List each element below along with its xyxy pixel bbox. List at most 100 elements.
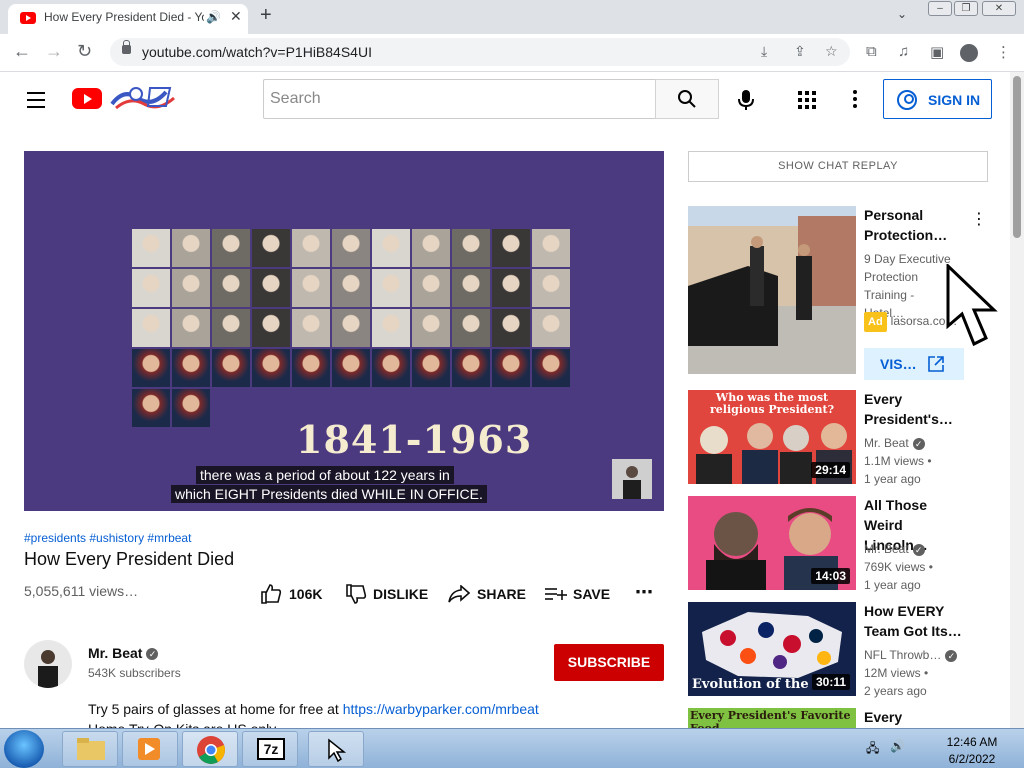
show-chat-replay-button[interactable]: SHOW CHAT REPLAY: [688, 151, 988, 182]
rec-channel-2-text[interactable]: Mr. Beat: [864, 542, 909, 556]
subscribe-button[interactable]: SUBSCRIBE: [554, 644, 664, 681]
explorer-taskbar-button[interactable]: [62, 731, 118, 767]
rec-channel-3-text[interactable]: NFL Throwb…: [864, 648, 941, 662]
volume-icon[interactable]: 🔊: [890, 739, 905, 753]
channel-name-text[interactable]: Mr. Beat: [88, 645, 142, 661]
playlist-add-icon[interactable]: [545, 587, 567, 601]
share-icon[interactable]: ⇪: [794, 43, 806, 60]
search-input[interactable]: Search: [263, 79, 656, 119]
president-portrait: [292, 229, 330, 267]
mouse-cursor-icon: [946, 264, 998, 347]
president-portrait: [492, 269, 530, 307]
page-scrollbar[interactable]: [1010, 72, 1024, 728]
recommendation-title-4[interactable]: Every: [864, 707, 964, 727]
president-portrait: [292, 309, 330, 347]
lock-icon[interactable]: [122, 40, 131, 54]
restore-button[interactable]: ❐: [954, 1, 978, 16]
president-portrait: [172, 229, 210, 267]
search-icon: [678, 90, 696, 108]
apps-grid-icon[interactable]: [798, 91, 816, 109]
media-player-taskbar-button[interactable]: [122, 731, 178, 767]
ad-menu-icon[interactable]: ⋮: [971, 209, 987, 229]
rec-age-2: 1 year ago: [864, 578, 921, 592]
network-icon[interactable]: 🖧: [866, 739, 879, 760]
save-button[interactable]: SAVE: [573, 586, 610, 602]
video-player[interactable]: 1841-1963 there was a period of about 12…: [24, 151, 664, 511]
president-portrait: [132, 229, 170, 267]
forward-arrow-icon[interactable]: →: [45, 41, 63, 62]
recommendation-meta-3: NFL Throwb… ✓ 12M views • 2 years ago: [864, 646, 958, 700]
microphone-icon[interactable]: [736, 89, 756, 111]
address-bar[interactable]: youtube.com/watch?v=P1HiB84S4UI ⤓ ⇪ ☆: [110, 38, 850, 66]
chrome-menu-icon[interactable]: ⋮: [996, 43, 1011, 61]
channel-avatar[interactable]: [24, 640, 72, 688]
youtube-doodle-logo[interactable]: [110, 84, 178, 112]
cursor-app-taskbar-button[interactable]: [308, 731, 364, 767]
president-portrait: [252, 309, 290, 347]
share-button[interactable]: SHARE: [477, 586, 526, 602]
profile-icon[interactable]: [960, 44, 978, 62]
description-link[interactable]: https://warbyparker.com/mrbeat: [343, 701, 539, 717]
close-window-button[interactable]: ✕: [982, 1, 1016, 16]
install-icon[interactable]: ⤓: [761, 43, 767, 60]
dislike-button[interactable]: DISLIKE: [373, 586, 428, 602]
presenter-thumbnail: [612, 459, 652, 499]
ad-source: Ad lasorsa.co…: [864, 312, 957, 332]
president-portrait: [292, 269, 330, 307]
browser-tab[interactable]: How Every President Died - YouTube 🔊 ✕: [8, 4, 248, 34]
search-button[interactable]: [655, 79, 719, 119]
share-arrow-icon[interactable]: [448, 585, 470, 603]
speaker-icon[interactable]: 🔊: [206, 10, 221, 24]
settings-dots-icon[interactable]: [852, 90, 858, 108]
minimize-button[interactable]: –: [928, 1, 952, 16]
new-tab-button[interactable]: +: [260, 4, 272, 27]
rec-channel-2[interactable]: Mr. Beat ✓: [864, 540, 933, 558]
subscriber-count: 543K subscribers: [88, 666, 181, 680]
media-controls-icon[interactable]: ♫: [898, 43, 909, 60]
7zip-taskbar-button[interactable]: 7z: [242, 731, 298, 767]
chrome-taskbar-button[interactable]: [182, 731, 238, 767]
like-count[interactable]: 106K: [289, 586, 322, 602]
tab-search-chevron-icon[interactable]: ⌄: [897, 7, 907, 21]
url-text[interactable]: youtube.com/watch?v=P1HiB84S4UI: [142, 44, 372, 60]
ad-thumbnail[interactable]: [688, 206, 856, 374]
thumbs-up-icon[interactable]: [260, 584, 282, 604]
ad-title[interactable]: Personal Protection…: [864, 205, 964, 245]
president-portrait: [492, 349, 530, 387]
youtube-header: Search SIGN IN: [0, 72, 1010, 128]
president-portrait: [452, 349, 490, 387]
thumb-text-1: Who was the most religious President?: [709, 391, 835, 416]
recommendation-thumbnail-1[interactable]: Who was the most religious President? 29…: [688, 390, 856, 484]
back-arrow-icon[interactable]: ←: [13, 41, 31, 62]
rec-channel-1-text[interactable]: Mr. Beat: [864, 436, 909, 450]
hamburger-menu-icon[interactable]: [27, 92, 45, 113]
reload-icon[interactable]: ↻: [77, 41, 92, 62]
recommendation-title-3[interactable]: How EVERY Team Got Its…: [864, 601, 964, 641]
close-tab-icon[interactable]: ✕: [230, 8, 242, 25]
recommendation-thumbnail-2[interactable]: 14:03: [688, 496, 856, 590]
rec-channel-3[interactable]: NFL Throwb… ✓: [864, 646, 958, 664]
duration-badge-2: 14:03: [811, 568, 850, 584]
clock[interactable]: 12:46 AM 6/2/2022: [940, 735, 1004, 766]
president-portrait: [412, 269, 450, 307]
side-panel-icon[interactable]: ▣: [930, 43, 944, 61]
scrollbar-thumb[interactable]: [1013, 76, 1021, 238]
sign-in-button[interactable]: SIGN IN: [883, 79, 992, 119]
visit-site-button[interactable]: VIS…: [864, 348, 964, 380]
ad-badge: Ad: [864, 312, 887, 332]
recommendation-thumbnail-4[interactable]: Every President's Favorite Food: [688, 708, 856, 728]
channel-name[interactable]: Mr. Beat ✓: [88, 645, 159, 661]
president-portrait: [372, 269, 410, 307]
hashtags[interactable]: #presidents #ushistory #mrbeat: [24, 531, 191, 545]
rec-channel-1[interactable]: Mr. Beat ✓: [864, 434, 932, 452]
recommendation-thumbnail-3[interactable]: Evolution of the 30:11: [688, 602, 856, 696]
youtube-logo-icon[interactable]: [72, 88, 102, 109]
president-portrait: [452, 309, 490, 347]
recommendation-title-1[interactable]: Every President's…: [864, 389, 964, 429]
thumbs-down-icon[interactable]: [345, 584, 367, 604]
view-count[interactable]: 5,055,611 views…: [24, 583, 138, 599]
extensions-puzzle-icon[interactable]: ⧉: [866, 43, 877, 60]
start-button[interactable]: [4, 730, 44, 768]
more-actions-icon[interactable]: ⋯: [635, 582, 653, 603]
bookmark-star-icon[interactable]: ☆: [825, 43, 838, 60]
